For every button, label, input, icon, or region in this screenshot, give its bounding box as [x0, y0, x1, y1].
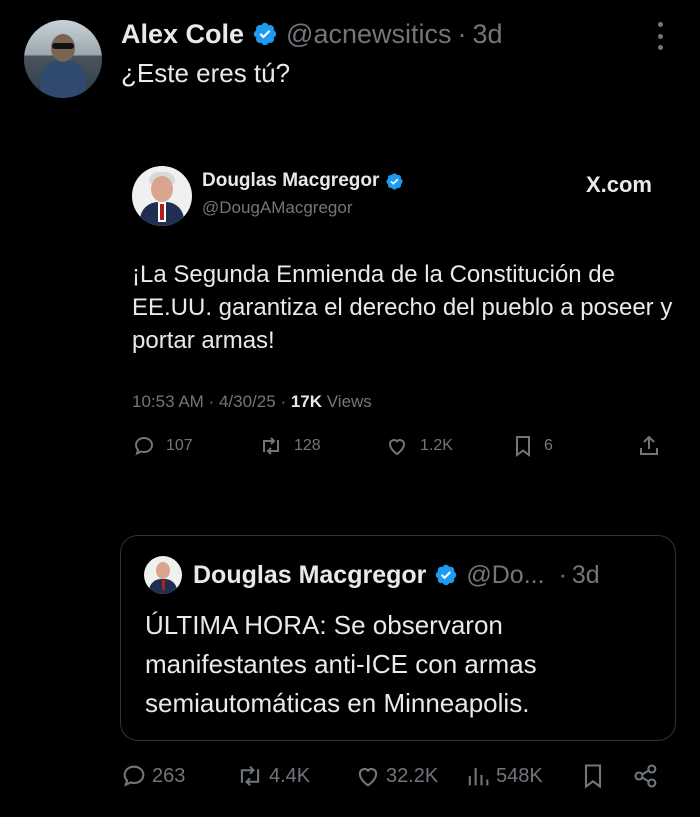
views-chart-icon — [468, 767, 489, 786]
reply-button[interactable]: 263 — [120, 760, 185, 792]
avatar-face — [156, 562, 170, 579]
verified-badge-icon — [253, 22, 277, 46]
views-count: 548K — [496, 764, 543, 787]
bookmark-button[interactable] — [580, 760, 610, 792]
embedded-reply-stat: 107 — [132, 432, 193, 460]
repost-icon — [263, 437, 279, 455]
like-button[interactable]: 32.2K — [354, 760, 438, 792]
share-button[interactable] — [632, 760, 664, 792]
separator-dot: · — [208, 392, 215, 411]
heart-icon — [358, 768, 378, 787]
reply-icon — [123, 765, 145, 787]
post-header: Alex Cole @acnewsitics · 3d — [121, 16, 503, 52]
author-avatar[interactable] — [24, 20, 102, 98]
quoted-post-age: 3d — [571, 560, 600, 589]
embedded-post-image[interactable]: Douglas Macgregor @DougAMacgregor X.com … — [132, 162, 672, 462]
quoted-post-text: ÚLTIMA HORA: Se observaron manifestantes… — [145, 610, 537, 718]
embedded-bookmark-stat: 6 — [512, 432, 553, 460]
avatar-tie — [160, 204, 164, 220]
avatar-body — [40, 60, 86, 98]
quoted-author-avatar — [144, 556, 182, 594]
more-options-icon[interactable] — [650, 22, 670, 50]
embedded-time: 10:53 AM — [132, 392, 204, 411]
more-dot — [657, 22, 663, 27]
author-name[interactable]: Alex Cole — [121, 19, 244, 50]
reply-count: 263 — [152, 764, 186, 787]
share-icon — [634, 764, 657, 788]
heart-icon — [388, 439, 406, 456]
repost-count: 4.4K — [269, 764, 311, 787]
embedded-share-stat — [637, 432, 671, 460]
embedded-reply-count: 107 — [166, 437, 193, 454]
quoted-header: Douglas Macgregor @Do... · 3d — [193, 558, 600, 592]
embedded-action-bar: 107 128 1.2K 6 — [132, 432, 662, 460]
like-count: 32.2K — [386, 764, 439, 787]
post-age[interactable]: 3d — [473, 19, 503, 50]
embedded-repost-stat: 128 — [258, 432, 321, 460]
more-dot — [657, 33, 663, 39]
views-button[interactable]: 548K — [464, 760, 543, 792]
embedded-views-label: Views — [326, 392, 372, 411]
avatar-tie — [162, 580, 165, 590]
separator-dot: · — [558, 560, 567, 589]
repost-icon — [240, 766, 260, 786]
embedded-bookmark-count: 6 — [544, 437, 553, 454]
quoted-author-name: Douglas Macgregor — [193, 560, 427, 589]
post-text: ¿Este eres tú? — [121, 58, 291, 88]
embedded-post-meta: 10:53 AM · 4/30/25 · 17K Views — [132, 392, 372, 412]
verified-badge-icon — [436, 564, 457, 586]
post-action-bar: 263 4.4K 32.2K 548K — [120, 760, 670, 792]
embedded-like-stat: 1.2K — [384, 432, 453, 460]
more-dot — [657, 45, 663, 50]
separator-dot: · — [457, 18, 467, 49]
quoted-post-card[interactable]: Douglas Macgregor @Do... · 3d ÚLTIMA HOR… — [120, 535, 676, 741]
bookmark-icon — [584, 764, 602, 789]
bookmark-icon — [516, 436, 530, 457]
embedded-date: 4/30/25 — [218, 392, 276, 411]
avatar-sunglasses — [52, 43, 74, 49]
embedded-repost-count: 128 — [294, 437, 321, 454]
embedded-author-name: Douglas Macgregor — [202, 170, 380, 191]
author-handle[interactable]: @acnewsitics — [286, 19, 451, 50]
avatar-face — [151, 176, 173, 202]
repost-button[interactable]: 4.4K — [235, 760, 310, 792]
reply-icon — [134, 436, 154, 456]
embedded-views-count: 17K — [290, 392, 323, 411]
separator-dot: · — [280, 392, 287, 411]
embedded-name-row: Douglas Macgregor — [202, 170, 404, 192]
embedded-like-count: 1.2K — [420, 437, 453, 454]
embedded-avatar — [132, 166, 192, 226]
quoted-author-handle: @Do... — [466, 560, 545, 589]
verified-badge-icon — [386, 172, 403, 190]
xcom-logo: X.com — [585, 172, 652, 197]
embedded-author-handle: @DougAMacgregor — [202, 198, 353, 217]
embedded-post-text: ¡La Segunda Enmienda de la Constitución … — [132, 261, 673, 354]
share-icon — [640, 435, 658, 455]
